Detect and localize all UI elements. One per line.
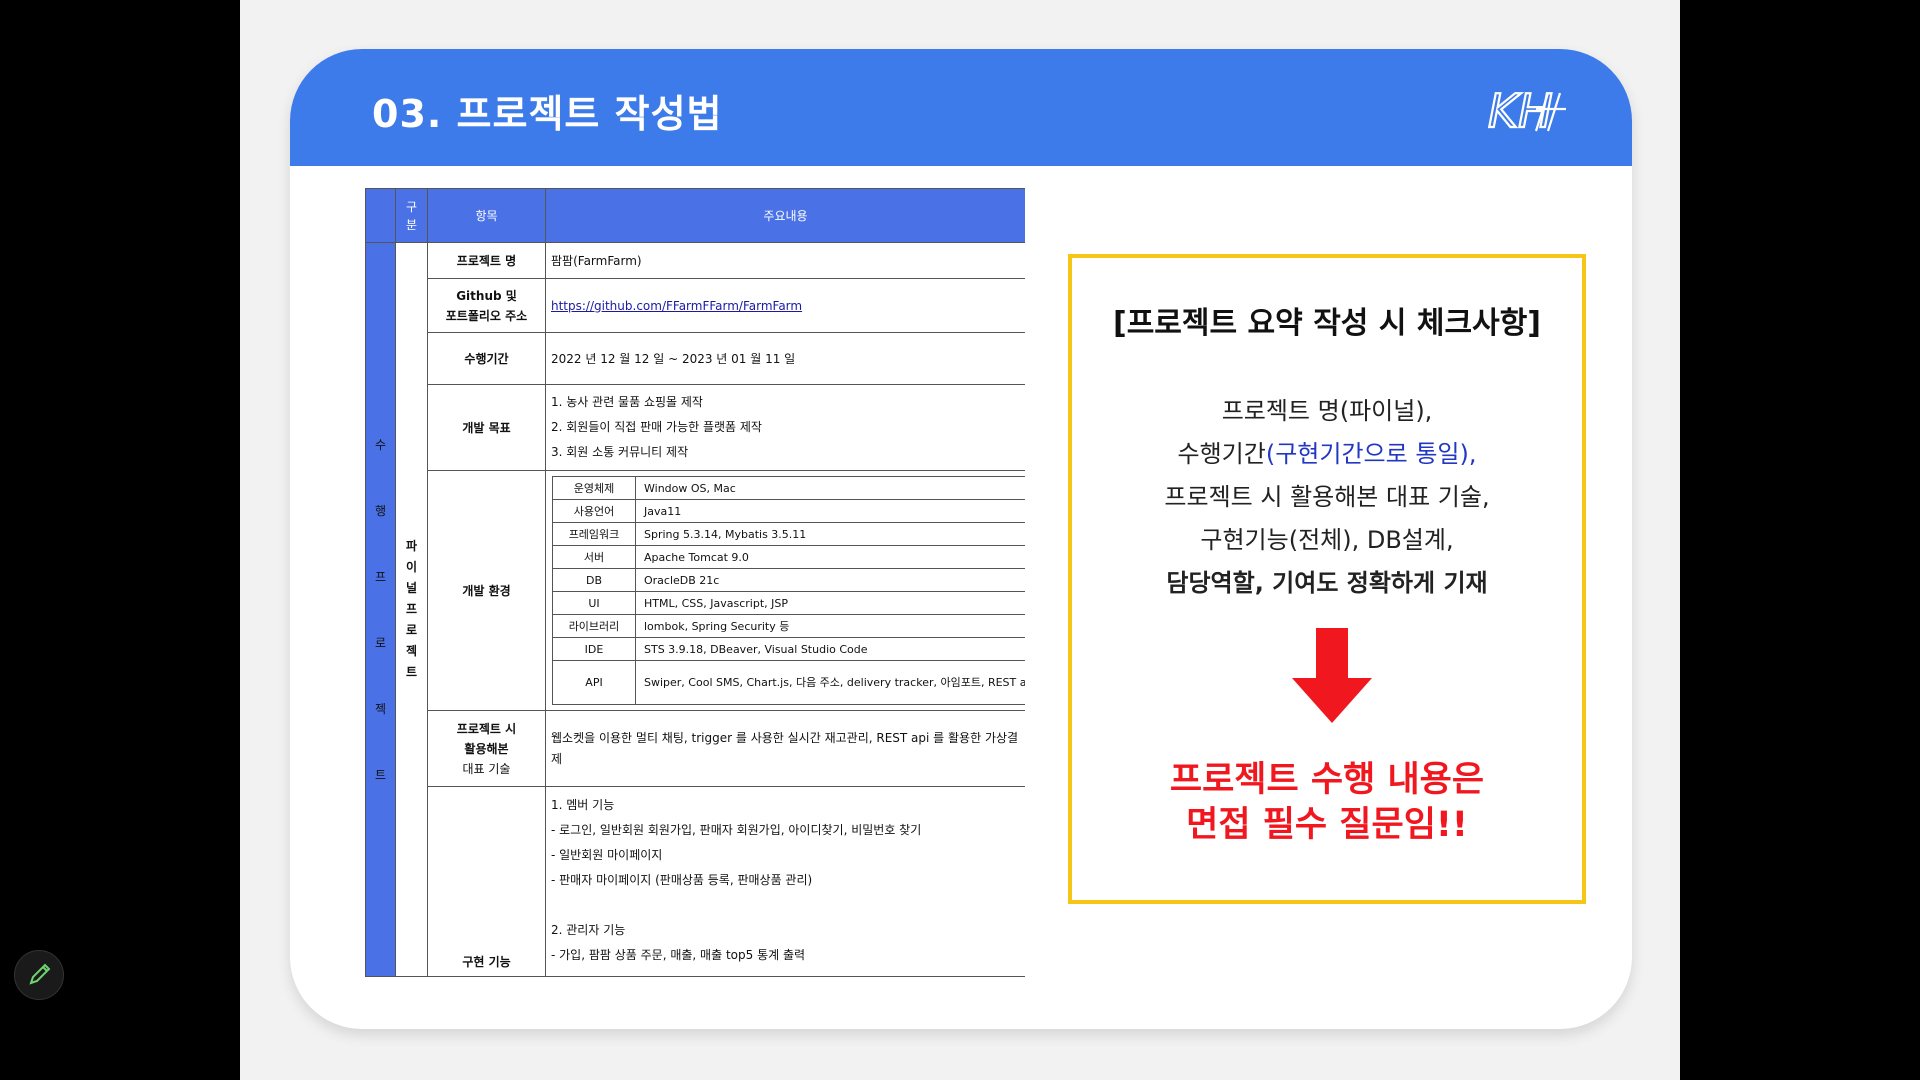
goal-line: 1. 농사 관련 물품 쇼핑몰 제작 — [551, 395, 703, 409]
row-github-value[interactable]: https://github.com/FFarmFFarm/FarmFarm — [545, 278, 1025, 333]
env-key: 라이브러리 — [552, 614, 636, 638]
row-goal-label: 개발 목표 — [427, 384, 546, 471]
row-env-value: 운영체제 Window OS, Mac 사용언어 Java11 프레임워크 Sprin… — [545, 470, 1025, 711]
impl-line: - 일반회원 마이페이지 — [551, 848, 663, 862]
side-label: 수 행 프 로 젝 트 — [365, 242, 396, 977]
impl-line — [551, 893, 1020, 918]
env-value: Java11 — [635, 499, 1025, 523]
env-key: API — [552, 660, 636, 705]
env-key: UI — [552, 591, 636, 615]
env-value: HTML, CSS, Javascript, JSP — [635, 591, 1025, 615]
row-tech-label: 프로젝트 시 활용해본 대표 기술 — [427, 710, 546, 787]
table-header-content: 주요내용 — [545, 188, 1025, 243]
callout-line: 프로젝트 시 활용해본 대표 기술, — [1164, 483, 1490, 511]
env-value: OracleDB 21c — [635, 568, 1025, 592]
row-tech-value: 웹소켓을 이용한 멀티 채팅, trigger 를 사용한 실시간 재고관리, … — [545, 710, 1025, 787]
goal-line: 3. 회원 소통 커뮤니티 제작 — [551, 445, 689, 459]
env-key: 프레임워크 — [552, 522, 636, 546]
github-link[interactable]: https://github.com/FFarmFFarm/FarmFarm — [551, 299, 802, 313]
env-key: 사용언어 — [552, 499, 636, 523]
env-key: 운영체제 — [552, 476, 636, 500]
env-value: lombok, Spring Security 등 — [635, 614, 1025, 638]
row-name-label: 프로젝트 명 — [427, 242, 546, 279]
env-value: Spring 5.3.14, Mybatis 3.5.11 — [635, 522, 1025, 546]
row-period-value: 2022 년 12 월 12 일 ~ 2023 년 01 월 11 일 — [545, 332, 1025, 385]
sub-label: 파 이 널 프 로 젝 트 — [395, 242, 428, 977]
slide-header: 03. 프로젝트 작성법 KH — [290, 49, 1632, 166]
impl-line: 1. 멤버 기능 — [551, 798, 615, 812]
row-github-label: Github 및 포트폴리오 주소 — [427, 278, 546, 333]
slide-title: 03. 프로젝트 작성법 — [372, 92, 723, 136]
impl-line: 2. 관리자 기능 — [551, 923, 626, 937]
env-key: 서버 — [552, 545, 636, 569]
env-key: DB — [552, 568, 636, 592]
slide: 03. 프로젝트 작성법 KH 구 분 항목 주요내용 수 행 프 로 젝 트 … — [290, 49, 1632, 1029]
pencil-icon — [29, 963, 51, 985]
table-header-blank — [365, 188, 396, 243]
down-arrow-icon — [1292, 628, 1372, 723]
table-header-item: 항목 — [427, 188, 546, 243]
env-value: Swiper, Cool SMS, Chart.js, 다음 주소, deliv… — [635, 660, 1025, 705]
impl-line: - 판매자 마이페이지 (판매상품 등록, 판매상품 관리) — [551, 873, 813, 887]
project-document: 구 분 항목 주요내용 수 행 프 로 젝 트 파 이 널 프 로 젝 트 프로… — [365, 188, 1025, 978]
row-impl-label: 구현 기능 — [427, 786, 546, 977]
env-value: Apache Tomcat 9.0 — [635, 545, 1025, 569]
env-key: IDE — [552, 637, 636, 661]
env-table: 운영체제 Window OS, Mac 사용언어 Java11 프레임워크 Sprin… — [552, 476, 1025, 705]
goal-line: 2. 회원들이 직접 판매 가능한 플랫폼 제작 — [551, 420, 762, 434]
row-period-label: 수행기간 — [427, 332, 546, 385]
impl-line: - 가입, 팜팜 상품 주문, 매출, 매출 top5 통계 출력 — [551, 948, 806, 962]
pen-tool-button[interactable] — [14, 950, 64, 1000]
env-value: STS 3.9.18, DBeaver, Visual Studio Code — [635, 637, 1025, 661]
callout-line: 수행기간(구현기간으로 통일), — [1177, 440, 1477, 468]
callout-line-emphasis: 담당역할, 기여도 정확하게 기재 — [1166, 569, 1488, 597]
warning-line-2: 면접 필수 질문임!! — [1186, 805, 1468, 845]
presentation-stage: 03. 프로젝트 작성법 KH 구 분 항목 주요내용 수 행 프 로 젝 트 … — [240, 0, 1680, 1080]
checklist-callout: [프로젝트 요약 작성 시 체크사항] 프로젝트 명(파이널), 수행기간(구현… — [1068, 254, 1586, 904]
row-env-label: 개발 환경 — [427, 470, 546, 711]
callout-line: 구현기능(전체), DB설계, — [1200, 526, 1454, 554]
row-name-value: 팜팜(FarmFarm) — [545, 242, 1025, 279]
row-goal-value: 1. 농사 관련 물품 쇼핑몰 제작 2. 회원들이 직접 판매 가능한 플랫폼… — [545, 384, 1025, 471]
env-value: Window OS, Mac — [635, 476, 1025, 500]
row-impl-value: 1. 멤버 기능 - 로그인, 일반회원 회원가입, 판매자 회원가입, 아이디… — [545, 786, 1025, 977]
warning-line-1: 프로젝트 수행 내용은 — [1169, 760, 1485, 800]
table-header-category: 구 분 — [395, 188, 428, 243]
callout-heading: [프로젝트 요약 작성 시 체크사항] — [1113, 306, 1541, 341]
kh-logo: KH — [1487, 83, 1566, 135]
callout-line: 프로젝트 명(파이널), — [1221, 397, 1433, 425]
impl-line: - 로그인, 일반회원 회원가입, 판매자 회원가입, 아이디찾기, 비밀번호 … — [551, 823, 922, 837]
